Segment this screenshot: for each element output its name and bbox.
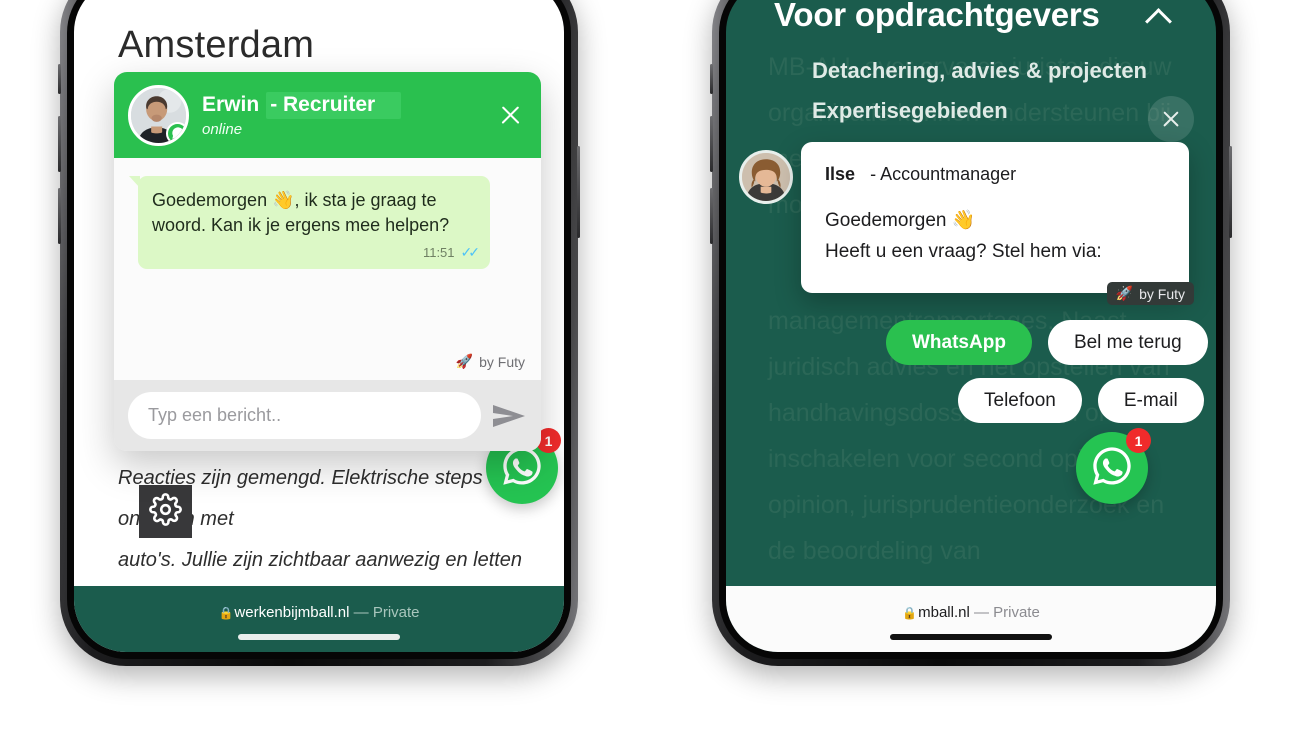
widget-credit[interactable]: 🚀 by Futy <box>456 353 525 370</box>
chat-widget-body: Goedemorgen 👋, ik sta je graag te woord.… <box>114 158 541 380</box>
action-row-secondary: Telefoon E-mail <box>958 378 1204 423</box>
action-callback-button[interactable]: Bel me terug <box>1047 320 1208 365</box>
widget-credit-label: by Futy <box>1139 285 1185 302</box>
right-page: Als de expert op het gebied van MB-ALL o… <box>726 0 1216 652</box>
nav-item-detachering[interactable]: Detachering, advies & projecten <box>812 58 1147 84</box>
volume-up-button[interactable] <box>58 116 61 172</box>
action-email-button[interactable]: E-mail <box>1097 378 1204 423</box>
whatsapp-icon <box>1089 443 1135 494</box>
browser-url-bar[interactable]: 🔒mball.nl — Private <box>726 586 1216 652</box>
widget-credit-label: by Futy <box>479 353 525 370</box>
home-indicator[interactable] <box>238 634 400 640</box>
chevron-up-icon[interactable] <box>1146 2 1174 30</box>
url-line: 🔒werkenbijmball.nl — Private <box>74 604 564 621</box>
card-agent-name: Ilse <box>825 164 856 184</box>
gear-icon <box>149 492 182 531</box>
unread-badge: 1 <box>1126 428 1151 453</box>
close-icon[interactable] <box>1148 96 1194 142</box>
browser-url-bar[interactable]: 🔒werkenbijmball.nl — Private <box>74 586 564 652</box>
action-row-primary: WhatsApp Bel me terug <box>886 320 1208 365</box>
rocket-icon: 🚀 <box>1115 285 1134 301</box>
message-input[interactable] <box>128 392 481 439</box>
silent-switch[interactable] <box>58 64 61 94</box>
contact-card: Ilse - Accountmanager Goedemorgen 👋 Heef… <box>801 142 1189 293</box>
rocket-icon: 🚀 <box>455 353 474 369</box>
left-page: Amsterdam Reacties zijn gemengd. Elektri… <box>74 0 564 652</box>
chat-message-text: Goedemorgen 👋, ik sta je graag te woord.… <box>152 190 450 235</box>
chat-agent-status: online <box>202 121 243 138</box>
left-phone: Amsterdam Reacties zijn gemengd. Elektri… <box>58 0 580 666</box>
action-telefoon-button[interactable]: Telefoon <box>958 378 1082 423</box>
page-title: Amsterdam <box>118 24 315 66</box>
right-phone: Als de expert op het gebied van MB-ALL o… <box>710 0 1232 666</box>
card-agent-role: - Accountmanager <box>870 164 1017 184</box>
chat-agent-name: Erwin <box>202 93 260 116</box>
url-private-label: — Private <box>353 604 420 621</box>
left-phone-screen: Amsterdam Reacties zijn gemengd. Elektri… <box>74 0 564 652</box>
chat-widget-footer <box>114 380 541 451</box>
send-icon[interactable] <box>491 402 527 430</box>
silent-switch[interactable] <box>710 64 713 94</box>
card-prompt: Heeft u een vraag? Stel hem via: <box>825 241 1102 262</box>
nav-section-title[interactable]: Voor opdrachtgevers <box>774 0 1100 34</box>
read-receipt-icon: ✓✓ <box>460 244 481 260</box>
whatsapp-fab-button[interactable]: 1 <box>1076 428 1151 504</box>
card-agent-identity: Ilse - Accountmanager <box>825 164 1165 185</box>
chat-message-meta: 11:51 ✓✓ <box>152 244 481 261</box>
volume-up-button[interactable] <box>710 116 713 172</box>
volume-down-button[interactable] <box>58 188 61 244</box>
agent-avatar <box>128 84 189 146</box>
screenshot-root: Amsterdam Reacties zijn gemengd. Elektri… <box>0 0 1310 741</box>
chat-widget-header: Erwin - Recruiter online <box>114 72 541 158</box>
whatsapp-chat-widget: Erwin - Recruiter online Goedemorgen 👋, … <box>114 72 541 451</box>
volume-down-button[interactable] <box>710 188 713 244</box>
lock-icon: 🔒 <box>902 606 918 620</box>
nav-item-expertisegebieden[interactable]: Expertisegebieden <box>812 98 1008 124</box>
whatsapp-icon <box>166 121 186 143</box>
chat-agent-role: - Recruiter <box>266 92 402 119</box>
url-private-label: — Private <box>973 604 1040 621</box>
chat-agent-identity: Erwin - Recruiter online <box>202 92 493 138</box>
right-phone-screen: Als de expert op het gebied van MB-ALL o… <box>726 0 1216 652</box>
home-indicator[interactable] <box>890 634 1052 640</box>
settings-gear-chip[interactable] <box>139 485 192 538</box>
power-button[interactable] <box>577 146 580 238</box>
url-host: mball.nl <box>918 604 970 621</box>
power-button[interactable] <box>1229 146 1232 238</box>
url-host: werkenbijmball.nl <box>234 604 350 621</box>
agent-avatar <box>739 150 793 204</box>
card-greeting: Goedemorgen 👋 <box>825 210 976 231</box>
widget-credit[interactable]: 🚀 by Futy <box>1106 282 1194 305</box>
close-icon[interactable] <box>493 98 527 132</box>
chat-message-time: 11:51 <box>422 245 455 260</box>
action-whatsapp-button[interactable]: WhatsApp <box>886 320 1032 365</box>
chat-message-bubble: Goedemorgen 👋, ik sta je graag te woord.… <box>129 176 490 269</box>
lock-icon: 🔒 <box>218 606 234 620</box>
url-line: 🔒mball.nl — Private <box>726 604 1216 621</box>
